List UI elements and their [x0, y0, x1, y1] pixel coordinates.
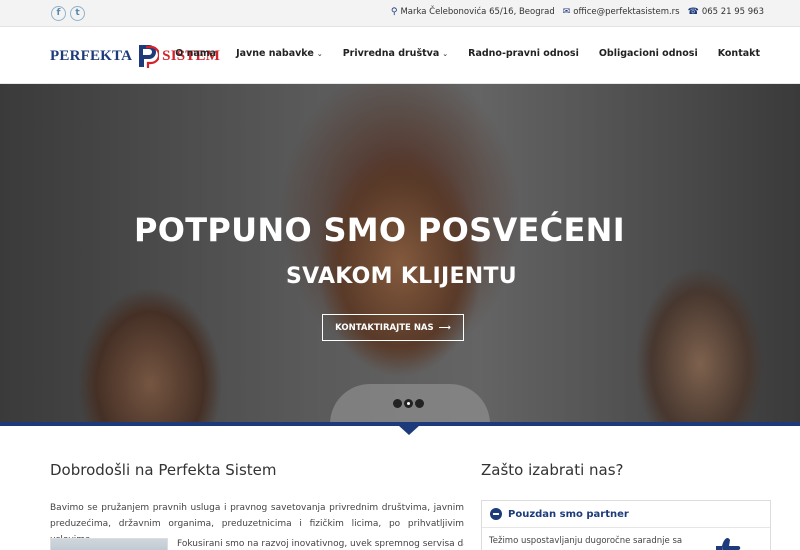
chevron-down-icon: ⌄ — [442, 49, 449, 58]
hero-subtitle: SVAKOM KLIJENTU — [286, 264, 517, 289]
envelope-icon: ✉ — [562, 7, 571, 17]
facebook-icon[interactable]: f — [51, 6, 66, 21]
nav-item-radno-pravni-odnosi[interactable]: Radno-pravni odnosi — [458, 48, 589, 59]
nav-label: Kontakt — [717, 48, 760, 59]
nav-label: Obligacioni odnosi — [598, 48, 698, 59]
chevron-down-icon: ⌄ — [316, 49, 323, 58]
email-link[interactable]: office@perfektasistem.rs — [573, 7, 679, 17]
hero-title: POTPUNO SMO POSVEĆENI — [134, 211, 625, 249]
accordion-header[interactable]: Pouzdan smo partner — [482, 501, 770, 528]
phone-link[interactable]: 065 21 95 963 — [702, 7, 764, 17]
accordion-title: Pouzdan smo partner — [508, 508, 629, 520]
nav-label: O nama — [175, 48, 217, 59]
welcome-thumbnail-image — [50, 538, 168, 550]
nav-label: Javne nabavke — [236, 48, 314, 59]
email-item[interactable]: ✉ office@perfektasistem.rs — [563, 7, 680, 17]
minus-circle-icon — [490, 508, 502, 520]
slider-dot-3[interactable] — [415, 399, 424, 408]
hero-slider: POTPUNO SMO POSVEĆENI SVAKOM KLIJENTU KO… — [0, 84, 800, 422]
accordion-text: Težimo uspostavljanju dugoročne saradnje… — [489, 536, 683, 546]
slider-dots — [393, 399, 424, 408]
logo-word-perfekta: PERFEKTA — [50, 47, 133, 64]
nav-item-kontakt[interactable]: Kontakt — [708, 48, 770, 59]
map-marker-icon: ⚲ — [390, 7, 398, 17]
nav-label: Radno-pravni odnosi — [468, 48, 579, 59]
contact-us-button[interactable]: KONTAKTIRAJTE NAS ⟶ — [322, 314, 464, 341]
phone-item[interactable]: ☎ 065 21 95 963 — [688, 7, 764, 17]
cta-label: KONTAKTIRAJTE NAS — [335, 322, 434, 333]
nav-item-obligacioni-odnosi[interactable]: Obligacioni odnosi — [589, 48, 708, 59]
nav-label: Privredna društva — [342, 48, 440, 59]
social-links: f t — [51, 6, 85, 21]
hero-overlay — [0, 84, 800, 422]
nav-item-javne-nabavke[interactable]: Javne nabavke ⌄ — [226, 48, 333, 59]
logo-mark-icon — [139, 45, 160, 68]
thumbs-up-icon — [716, 538, 741, 550]
welcome-paragraph-2: Fokusirani smo na razvoj inovativnog, uv… — [177, 539, 464, 549]
welcome-heading: Dobrodošli na Perfekta Sistem — [50, 461, 277, 479]
hero-notch-arrow — [398, 425, 420, 435]
contact-info: ⚲ Marka Čelebonovića 65/16, Beograd ✉ of… — [391, 7, 764, 17]
slider-dot-1[interactable] — [393, 399, 402, 408]
site-header: PERFEKTA SISTEM O nama Javne nabavke ⌄ Pr… — [0, 28, 800, 84]
phone-icon: ☎ — [687, 7, 699, 17]
address-text: Marka Čelebonovića 65/16, Beograd — [400, 7, 555, 17]
nav-item-o-nama[interactable]: O nama — [165, 48, 226, 59]
twitter-icon[interactable]: t — [70, 6, 85, 21]
main-nav: O nama Javne nabavke ⌄ Privredna društva ⌄… — [165, 48, 770, 59]
arrow-right-icon: ⟶ — [438, 322, 451, 333]
accordion-panel: Pouzdan smo partner Težimo uspostavljanj… — [481, 500, 771, 550]
top-bar: f t ⚲ Marka Čelebonovića 65/16, Beograd … — [0, 0, 800, 27]
slider-dot-2[interactable] — [404, 399, 413, 408]
why-us-heading: Zašto izabrati nas? — [481, 461, 624, 479]
address-item: ⚲ Marka Čelebonovića 65/16, Beograd — [391, 7, 555, 17]
nav-item-privredna-drustva[interactable]: Privredna društva ⌄ — [333, 48, 458, 59]
